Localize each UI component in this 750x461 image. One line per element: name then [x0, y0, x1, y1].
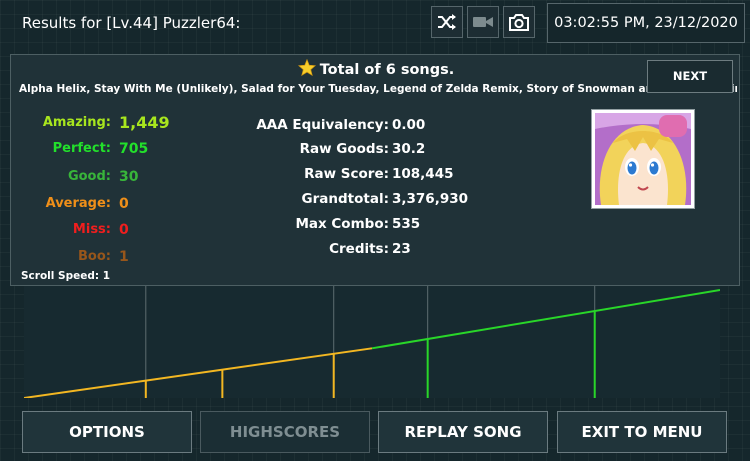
stat-value: 108,445 — [392, 166, 454, 182]
highscores-button[interactable]: HIGHSCORES — [200, 411, 370, 453]
replay-song-button[interactable]: REPLAY SONG — [378, 411, 548, 453]
judgement-value: 1 — [119, 249, 129, 265]
stat-row-grandtotal: Grandtotal: 3,376,930 — [211, 188, 471, 210]
stat-value: 23 — [392, 241, 411, 257]
score-graph — [24, 286, 720, 398]
avatar — [591, 109, 695, 209]
avatar-image — [595, 113, 691, 205]
stat-value: 30.2 — [392, 141, 426, 157]
stat-label: AAA Equivalency: — [256, 117, 389, 133]
camera-icon — [509, 14, 529, 31]
record-video-button[interactable] — [467, 6, 499, 38]
stat-value: 0.00 — [392, 117, 426, 133]
judgement-value: 1,449 — [119, 113, 170, 132]
judgement-value: 30 — [119, 169, 139, 185]
judgement-value: 0 — [119, 196, 129, 212]
judgement-row-amazing: Amazing: 1,449 — [11, 112, 217, 134]
judgement-label: Perfect: — [52, 141, 111, 156]
stat-row-aaa-equivalency: AAA Equivalency: 0.00 — [211, 114, 471, 136]
judgement-label: Average: — [45, 196, 111, 211]
total-songs-header: Total of 6 songs. — [11, 58, 741, 80]
judgement-row-perfect: Perfect: 705 — [11, 138, 217, 160]
judgement-label: Good: — [67, 169, 111, 184]
stat-value: 535 — [392, 216, 421, 232]
shuffle-button[interactable] — [431, 6, 463, 38]
judgement-label: Miss: — [72, 222, 111, 237]
star-icon — [297, 58, 316, 77]
stat-row-raw-goods: Raw Goods: 30.2 — [211, 138, 471, 160]
results-title: Results for [Lv.44] Puzzler64: — [22, 14, 241, 32]
scroll-speed-label: Scroll Speed: 1 — [21, 270, 111, 282]
stat-label: Credits: — [329, 241, 389, 257]
stat-row-credits: Credits: 23 — [211, 238, 471, 260]
judgement-row-boo: Boo: 1 — [11, 246, 217, 268]
song-list: Alpha Helix, Stay With Me (Unlikely), Sa… — [19, 83, 737, 95]
judgement-row-miss: Miss: 0 — [11, 219, 217, 241]
screenshot-button[interactable] — [503, 6, 535, 38]
judgement-value: 0 — [119, 222, 129, 238]
judgement-value: 705 — [119, 141, 149, 157]
datetime-display: 03:02:55 PM, 23/12/2020 — [547, 3, 745, 43]
graph-background — [24, 286, 720, 398]
judgement-label: Boo: — [78, 249, 111, 264]
video-camera-icon — [473, 17, 493, 27]
judgement-row-average: Average: 0 — [11, 193, 217, 215]
judgement-row-good: Good: 30 — [11, 166, 217, 188]
stat-value: 3,376,930 — [392, 191, 469, 207]
stat-label: Max Combo: — [295, 216, 389, 232]
stat-label: Raw Goods: — [299, 141, 389, 157]
results-panel: Total of 6 songs. Alpha Helix, Stay With… — [10, 54, 740, 286]
stat-label: Raw Score: — [304, 166, 389, 182]
total-songs-label: Total of 6 songs. — [319, 62, 455, 78]
exit-to-menu-button[interactable]: EXIT TO MENU — [557, 411, 727, 453]
next-button[interactable]: NEXT — [647, 60, 733, 93]
judgement-label: Amazing: — [42, 115, 111, 130]
stat-row-max-combo: Max Combo: 535 — [211, 213, 471, 235]
options-button[interactable]: OPTIONS — [22, 411, 192, 453]
shuffle-icon — [438, 14, 456, 30]
stat-label: Grandtotal: — [301, 191, 389, 207]
stat-row-raw-score: Raw Score: 108,445 — [211, 163, 471, 185]
